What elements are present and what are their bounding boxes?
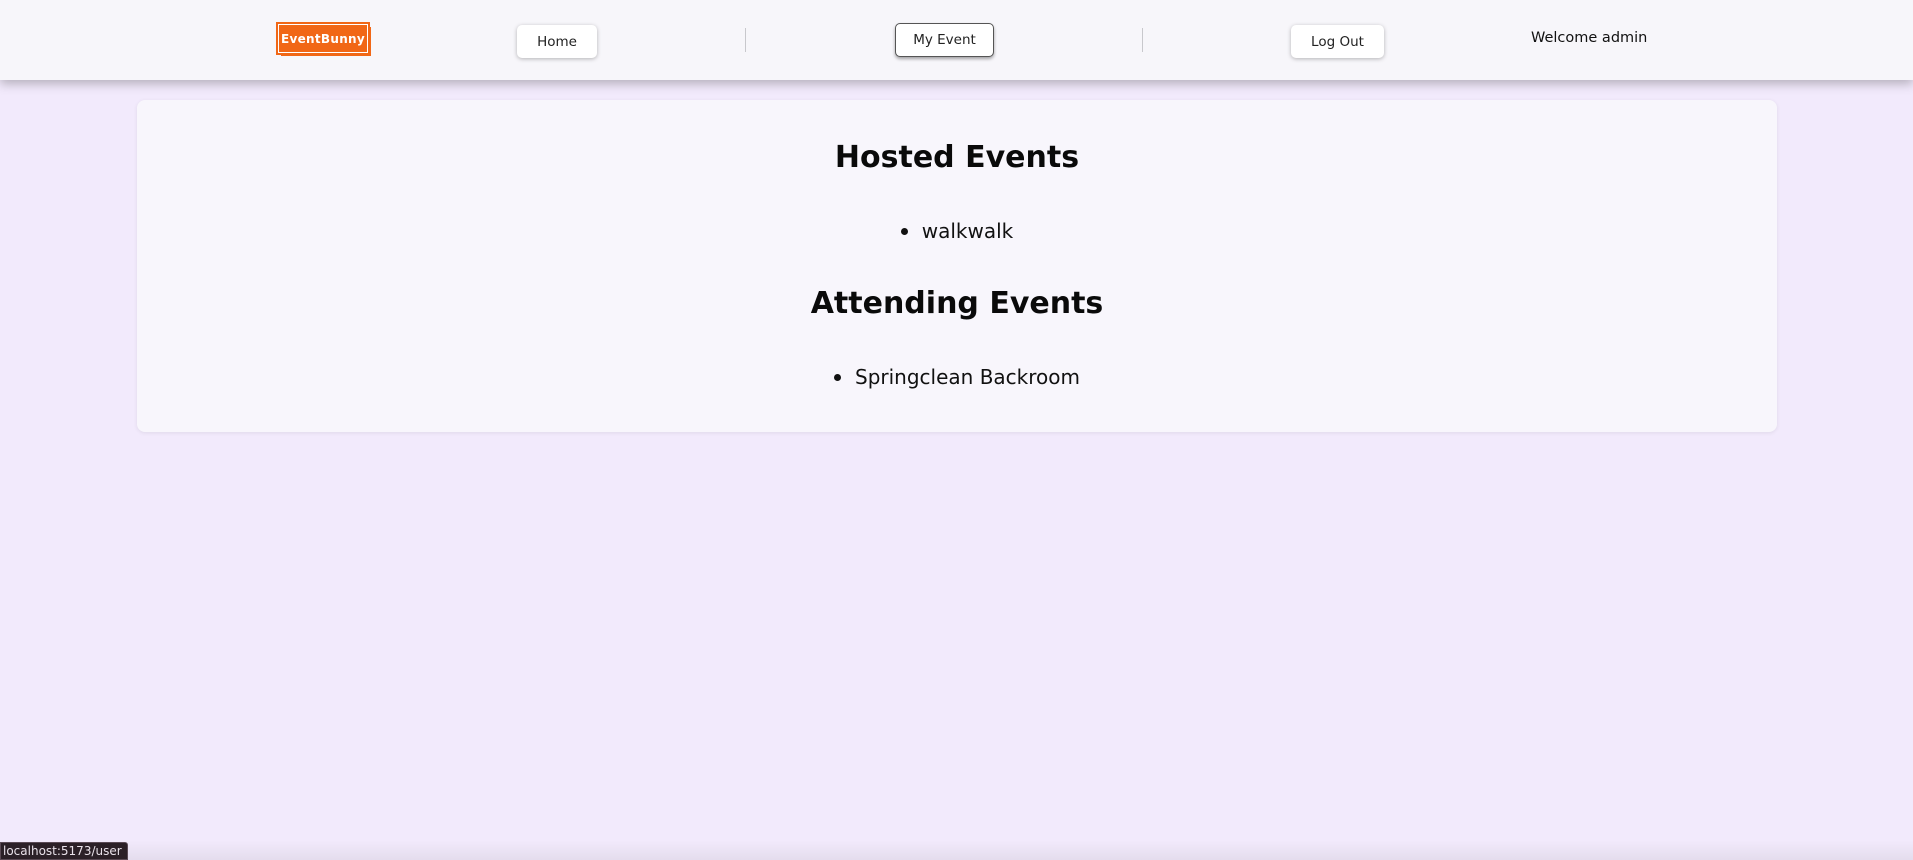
attending-events-title: Attending Events bbox=[810, 286, 1104, 321]
welcome-text: Welcome admin bbox=[1531, 30, 1648, 46]
hosted-events-list: walkwalk bbox=[137, 219, 1777, 243]
logout-button[interactable]: Log Out bbox=[1291, 25, 1384, 58]
bullet-icon bbox=[834, 373, 841, 381]
eventbunny-logo[interactable]: EventBunny bbox=[276, 22, 370, 55]
event-name: Springclean Backroom bbox=[855, 365, 1080, 389]
nav-divider bbox=[1142, 28, 1143, 52]
event-name: walkwalk bbox=[921, 219, 1014, 243]
attending-events-list: Springclean Backroom bbox=[137, 365, 1777, 389]
hosted-events-title: Hosted Events bbox=[834, 140, 1080, 175]
my-event-button[interactable]: My Event bbox=[895, 23, 994, 57]
home-button[interactable]: Home bbox=[517, 25, 597, 58]
status-bar-link-url: localhost:5173/user bbox=[0, 842, 128, 860]
bullet-icon bbox=[900, 227, 908, 235]
bottom-shade bbox=[0, 840, 1913, 860]
my-events-card: Hosted Events walkwalk Attending Events … bbox=[137, 100, 1777, 432]
navbar: EventBunny Home My Event Log Out Welcome… bbox=[0, 0, 1913, 80]
nav-divider bbox=[745, 28, 746, 52]
list-item[interactable]: walkwalk bbox=[900, 219, 1014, 243]
list-item[interactable]: Springclean Backroom bbox=[834, 365, 1080, 389]
